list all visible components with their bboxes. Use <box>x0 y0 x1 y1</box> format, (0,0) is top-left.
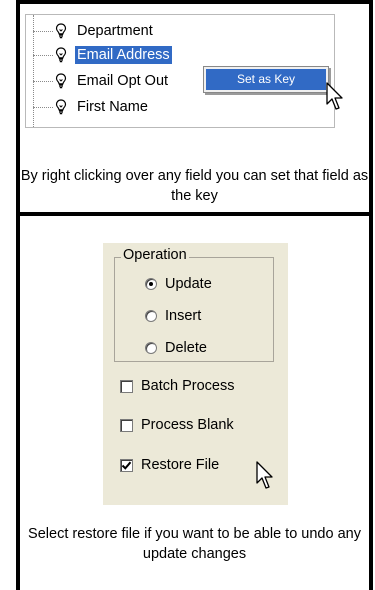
lightbulb-key-icon <box>53 23 69 39</box>
arrow-pointer-icon <box>256 461 273 489</box>
radio-label: Delete <box>165 340 207 356</box>
tree-item-label: Email Address <box>75 46 172 64</box>
context-menu: Set as Key <box>203 66 329 93</box>
lightbulb-key-icon <box>53 73 69 89</box>
lightbulb-key-icon <box>53 47 69 63</box>
panel-divider <box>16 212 373 216</box>
set-as-key-menu-item[interactable]: Set as Key <box>206 69 326 90</box>
tree-item-department[interactable]: Department <box>26 21 155 41</box>
checkbox-batch-process[interactable]: Batch Process <box>120 378 235 394</box>
operation-group-title: Operation <box>121 247 189 263</box>
radio-label: Insert <box>165 308 202 324</box>
tree-item-label: First Name <box>77 99 148 115</box>
tree-branch-line <box>33 106 53 108</box>
caption-top: By right clicking over any field you can… <box>20 168 369 204</box>
checkmark-icon[interactable] <box>120 458 133 472</box>
lightbulb-key-icon <box>53 99 69 115</box>
radio-button-icon[interactable] <box>145 310 157 322</box>
radio-insert[interactable]: Insert <box>145 308 201 324</box>
checkbox-label: Batch Process <box>141 378 235 394</box>
radio-label: Update <box>165 276 212 292</box>
checkbox-label: Process Blank <box>141 417 234 433</box>
tree-branch-line <box>33 80 53 82</box>
tree-item-email-opt-out[interactable]: Email Opt Out <box>26 71 170 91</box>
radio-delete[interactable]: Delete <box>145 340 207 356</box>
tree-item-email-address[interactable]: Email Address <box>26 45 172 65</box>
tree-item-first-name[interactable]: First Name <box>26 97 150 117</box>
caption-bottom: Select restore file if you want to be ab… <box>28 526 361 562</box>
radio-update[interactable]: Update <box>145 276 212 292</box>
tree-item-label: Email Opt Out <box>77 73 169 89</box>
tree-branch-line <box>33 54 53 56</box>
checkbox-restore-file[interactable]: Restore File <box>120 457 219 473</box>
checkbox-label: Restore File <box>141 457 220 473</box>
checkbox-process-blank[interactable]: Process Blank <box>120 417 234 433</box>
tree-item-label: Department <box>77 23 153 39</box>
checkbox-icon[interactable] <box>120 418 133 432</box>
tree-branch-line <box>33 30 53 32</box>
arrow-pointer-icon <box>326 82 343 110</box>
checkbox-icon[interactable] <box>120 379 133 393</box>
radio-button-icon[interactable] <box>145 278 157 290</box>
radio-button-icon[interactable] <box>145 342 157 354</box>
